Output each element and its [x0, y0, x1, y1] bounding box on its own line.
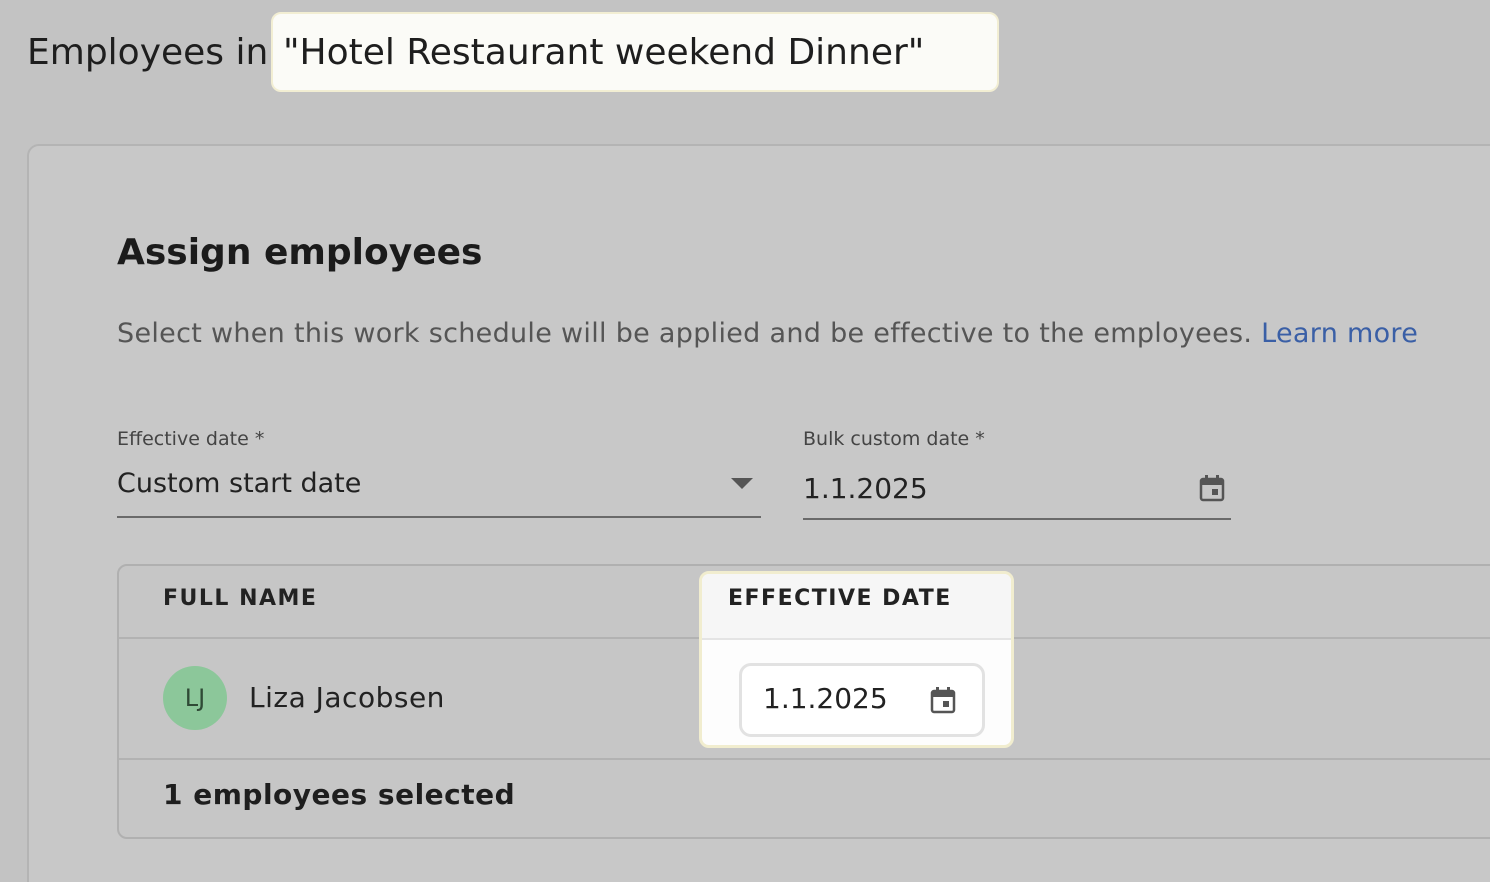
learn-more-link[interactable]: Learn more	[1261, 318, 1418, 349]
assign-employees-card: Assign employees Select when this work s…	[27, 144, 1490, 882]
page-title: Employees in "Hotel Restaurant weekend D…	[27, 12, 999, 92]
bulk-date-label: Bulk custom date *	[803, 428, 985, 450]
bulk-date-value: 1.1.2025	[803, 472, 928, 505]
chevron-down-icon[interactable]	[731, 478, 753, 489]
avatar: LJ	[163, 666, 227, 730]
schedule-name: "Hotel Restaurant weekend Dinner"	[271, 12, 999, 92]
bulk-date-input[interactable]: 1.1.2025	[803, 464, 1231, 520]
column-effective-date-label: EFFECTIVE DATE	[728, 586, 952, 611]
effective-date-value: Custom start date	[117, 468, 362, 499]
column-full-name[interactable]: FULL NAME	[163, 586, 317, 611]
calendar-icon[interactable]	[930, 686, 956, 714]
row-effective-date-input[interactable]: 1.1.2025	[739, 663, 985, 737]
page-title-prefix: Employees in	[27, 31, 269, 73]
section-description: Select when this work schedule will be a…	[117, 318, 1418, 349]
row-effective-date-value: 1.1.2025	[763, 682, 888, 715]
column-effective-date[interactable]: EFFECTIVE DATE	[702, 574, 1011, 640]
description-text: Select when this work schedule will be a…	[117, 318, 1253, 349]
employee-name: Liza Jacobsen	[249, 681, 445, 714]
section-title: Assign employees	[117, 232, 483, 273]
calendar-icon[interactable]	[1199, 474, 1225, 502]
selected-count: 1 employees selected	[163, 778, 516, 811]
effective-date-select[interactable]: Custom start date	[117, 464, 761, 518]
effective-date-column: EFFECTIVE DATE 1.1.2025	[699, 571, 1014, 748]
effective-date-label: Effective date *	[117, 428, 265, 450]
